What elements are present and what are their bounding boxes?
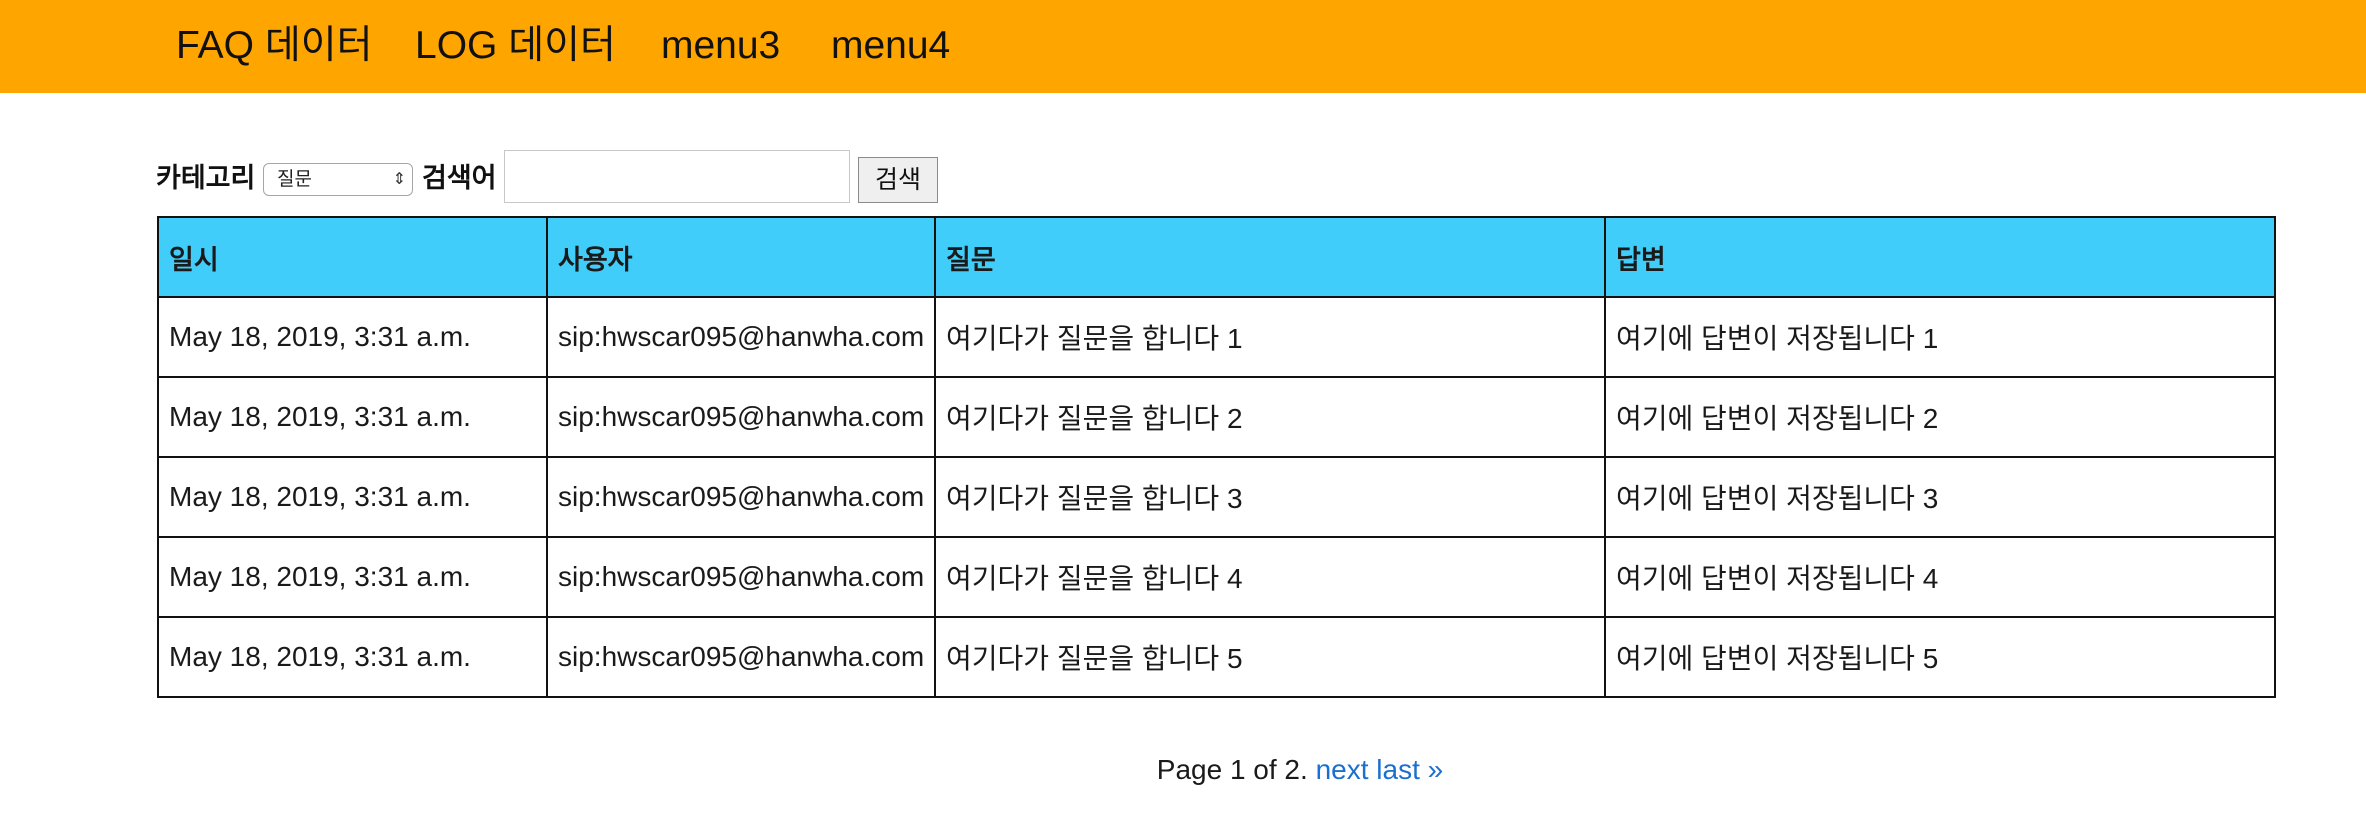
cell-user: sip:hwscar095@hanwha.com	[546, 616, 936, 698]
cell-datetime: May 18, 2019, 3:31 a.m.	[157, 376, 548, 458]
cell-question: 여기다가 질문을 합니다 2	[934, 376, 1606, 458]
top-nav-bar: FAQ 데이터 LOG 데이터 menu3 menu4	[0, 0, 2366, 93]
cell-answer: 여기에 답변이 저장됩니다 4	[1604, 536, 2276, 618]
category-select[interactable]: 질문 ⇕	[263, 163, 413, 196]
updown-chevron-icon: ⇕	[392, 171, 406, 188]
table-row: May 18, 2019, 3:31 a.m. sip:hwscar095@ha…	[157, 376, 2276, 458]
cell-answer: 여기에 답변이 저장됩니다 5	[1604, 616, 2276, 698]
page-status: Page 1 of 2.	[1156, 754, 1308, 785]
table-header-row: 일시 사용자 질문 답변	[157, 216, 2276, 298]
nav-item-log-data[interactable]: LOG 데이터	[415, 18, 616, 74]
column-header-answer: 답변	[1604, 216, 2276, 298]
pagination: Page 1 of 2. next last »	[0, 750, 2366, 790]
column-header-question: 질문	[934, 216, 1606, 298]
category-label: 카테고리	[156, 163, 256, 193]
nav-item-menu3[interactable]: menu3	[661, 18, 780, 74]
cell-question: 여기다가 질문을 합니다 4	[934, 536, 1606, 618]
keyword-label: 검색어	[422, 163, 497, 193]
cell-user: sip:hwscar095@hanwha.com	[546, 296, 936, 378]
cell-answer: 여기에 답변이 저장됩니다 3	[1604, 456, 2276, 538]
table-row: May 18, 2019, 3:31 a.m. sip:hwscar095@ha…	[157, 616, 2276, 698]
cell-question: 여기다가 질문을 합니다 5	[934, 616, 1606, 698]
last-page-link[interactable]: last »	[1376, 754, 1443, 785]
cell-question: 여기다가 질문을 합니다 1	[934, 296, 1606, 378]
search-form: 카테고리 질문 ⇕ 검색어 검색	[156, 150, 1056, 206]
cell-datetime: May 18, 2019, 3:31 a.m.	[157, 536, 548, 618]
next-page-link[interactable]: next	[1316, 754, 1369, 785]
nav-item-faq-data[interactable]: FAQ 데이터	[176, 18, 373, 74]
keyword-input[interactable]	[504, 150, 850, 203]
search-button[interactable]: 검색	[858, 157, 938, 203]
cell-question: 여기다가 질문을 합니다 3	[934, 456, 1606, 538]
category-select-value: 질문	[277, 169, 312, 190]
column-header-user: 사용자	[546, 216, 936, 298]
cell-datetime: May 18, 2019, 3:31 a.m.	[157, 456, 548, 538]
cell-user: sip:hwscar095@hanwha.com	[546, 456, 936, 538]
table-row: May 18, 2019, 3:31 a.m. sip:hwscar095@ha…	[157, 456, 2276, 538]
cell-user: sip:hwscar095@hanwha.com	[546, 376, 936, 458]
faq-table: 일시 사용자 질문 답변 May 18, 2019, 3:31 a.m. sip…	[157, 216, 2276, 698]
nav-item-menu4[interactable]: menu4	[831, 18, 950, 74]
cell-answer: 여기에 답변이 저장됩니다 1	[1604, 296, 2276, 378]
cell-user: sip:hwscar095@hanwha.com	[546, 536, 936, 618]
cell-answer: 여기에 답변이 저장됩니다 2	[1604, 376, 2276, 458]
table-row: May 18, 2019, 3:31 a.m. sip:hwscar095@ha…	[157, 536, 2276, 618]
column-header-datetime: 일시	[157, 216, 548, 298]
cell-datetime: May 18, 2019, 3:31 a.m.	[157, 296, 548, 378]
cell-datetime: May 18, 2019, 3:31 a.m.	[157, 616, 548, 698]
table-row: May 18, 2019, 3:31 a.m. sip:hwscar095@ha…	[157, 296, 2276, 378]
